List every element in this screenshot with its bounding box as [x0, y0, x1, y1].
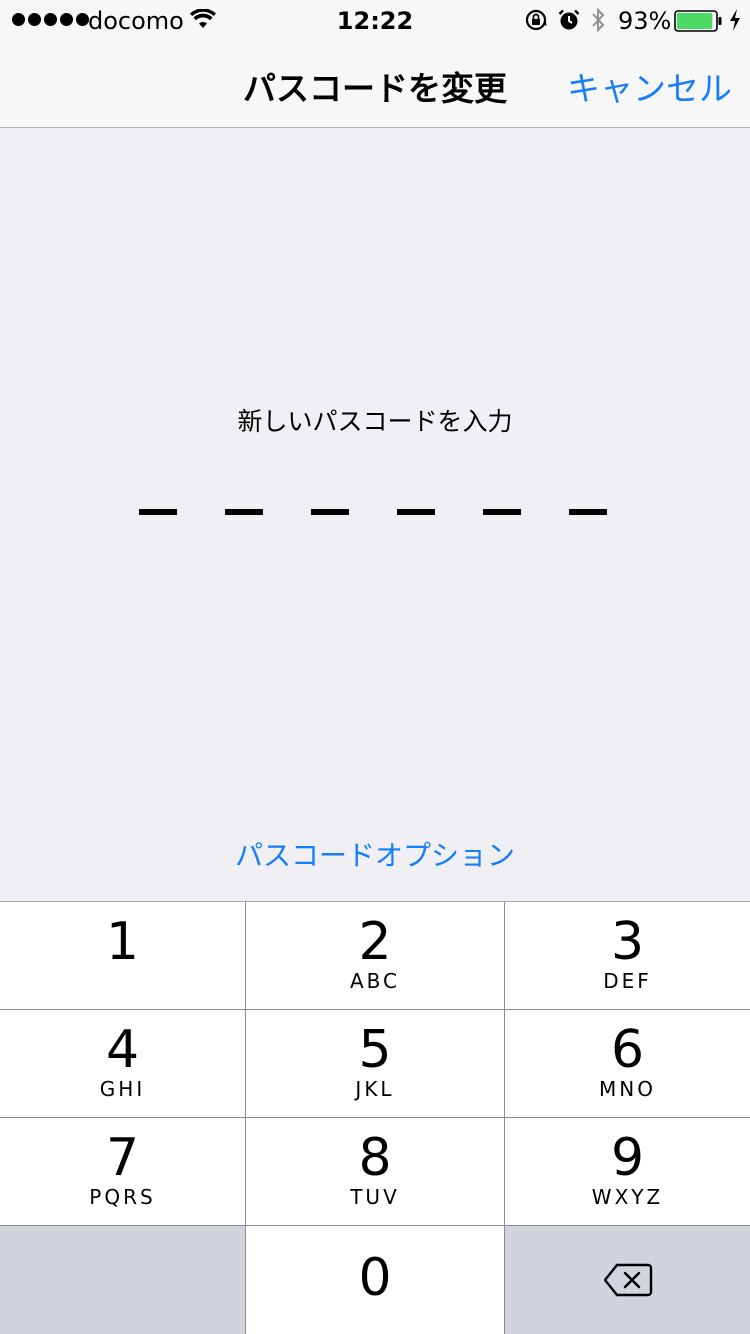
navigation-bar: パスコードを変更 キャンセル — [0, 40, 750, 128]
key-letters: DEF — [603, 969, 652, 993]
digit-slot — [139, 509, 177, 515]
key-letters: TUV — [350, 1185, 400, 1209]
key-5[interactable]: 5 JKL — [246, 1010, 504, 1117]
key-4[interactable]: 4 GHI — [0, 1010, 245, 1117]
key-letters: ABC — [349, 969, 400, 993]
passcode-prompt: 新しいパスコードを入力 — [237, 407, 513, 436]
numeric-keypad: 1 2 ABC 3 DEF 4 GHI 5 JKL 6 MNO 7 PQRS 8… — [0, 901, 750, 1334]
key-digit: 7 — [105, 1128, 140, 1188]
key-1[interactable]: 1 — [0, 902, 245, 1009]
key-3[interactable]: 3 DEF — [505, 902, 750, 1009]
key-digit: 5 — [358, 1020, 392, 1080]
key-2[interactable]: 2 ABC — [246, 902, 504, 1009]
empty-key — [0, 1226, 245, 1334]
status-bar: docomo 12:22 93% — [0, 0, 750, 40]
battery-icon — [674, 10, 722, 32]
key-digit: 6 — [610, 1020, 645, 1080]
backspace-icon — [603, 1263, 653, 1297]
key-digit: 4 — [105, 1020, 140, 1080]
digit-slot — [569, 509, 607, 515]
key-digit: 3 — [610, 912, 645, 972]
key-digit: 1 — [105, 912, 140, 972]
key-6[interactable]: 6 MNO — [505, 1010, 750, 1117]
key-8[interactable]: 8 TUV — [246, 1118, 504, 1225]
key-digit: 2 — [358, 912, 392, 972]
cancel-button[interactable]: キャンセル — [567, 62, 732, 110]
key-7[interactable]: 7 PQRS — [0, 1118, 245, 1225]
backspace-button[interactable] — [505, 1226, 750, 1334]
rotation-lock-icon — [525, 9, 547, 31]
key-digit: 8 — [358, 1128, 392, 1188]
charging-icon — [730, 9, 740, 31]
key-digit: 9 — [610, 1128, 645, 1188]
key-digit: 0 — [358, 1248, 392, 1308]
digit-slot — [311, 509, 349, 515]
alarm-icon — [558, 9, 580, 30]
key-letters: GHI — [99, 1077, 146, 1101]
key-9[interactable]: 9 WXYZ — [505, 1118, 750, 1225]
passcode-options-link[interactable]: パスコードオプション — [0, 834, 750, 874]
key-letters: PQRS — [89, 1185, 156, 1209]
key-letters: WXYZ — [591, 1185, 664, 1209]
digit-slot — [397, 509, 435, 515]
key-letters: JKL — [355, 1077, 395, 1101]
digit-slot — [225, 509, 263, 515]
passcode-digits[interactable] — [139, 509, 607, 515]
key-0[interactable]: 0 — [246, 1226, 504, 1334]
digit-slot — [483, 509, 521, 515]
bluetooth-icon — [592, 7, 605, 33]
key-letters: MNO — [599, 1077, 656, 1101]
battery-percent: 93% — [618, 7, 672, 35]
